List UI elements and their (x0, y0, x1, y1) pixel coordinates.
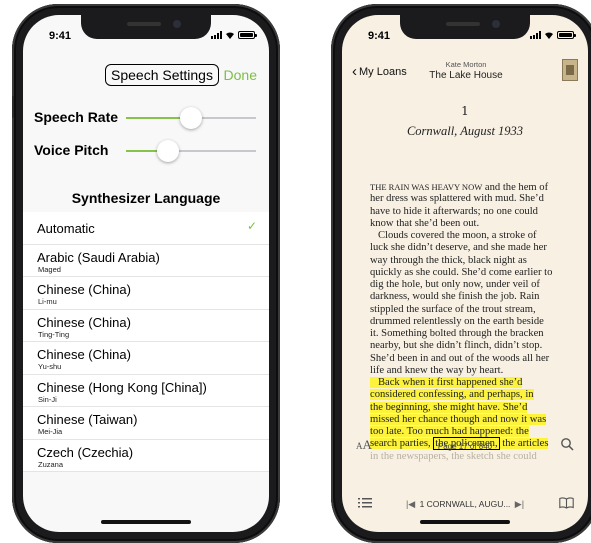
text-line: have to hide it afterwards; no one could (370, 205, 538, 217)
voice-name: Zuzana (38, 459, 64, 469)
text-line: missed her chance though and now it was (370, 413, 547, 425)
phone-left: 9:41 Speech Settings Done Speech Rate Vo… (12, 4, 280, 543)
voice-pitch-slider[interactable] (126, 140, 256, 162)
text-line: way through the thick, black night as (370, 254, 527, 266)
cellular-signal-icon (530, 31, 541, 39)
previous-chapter-icon[interactable]: |◀ (406, 499, 415, 509)
wifi-icon (545, 32, 553, 39)
slider-thumb[interactable] (156, 140, 179, 162)
text-line: nearby, but she didn’t flinch, didn’t st… (370, 340, 543, 352)
checkmark-icon: ✓ (246, 219, 257, 233)
next-chapter-icon[interactable]: ▶| (515, 499, 524, 509)
text-line: She’d been in and out of the woods all h… (370, 352, 550, 364)
language-row[interactable]: Chinese (Hong Kong [China]) Sin-Ji (23, 374, 269, 407)
search-icon[interactable] (560, 437, 574, 451)
language-row[interactable]: Automatic ✓ (23, 212, 269, 245)
bottom-toolbar: |◀ 1 CORNWALL, AUGU... ▶| (342, 495, 588, 515)
chapter-title: Cornwall, August 1933 (406, 124, 524, 138)
book-body-text[interactable]: THE RAIN WAS HEAVY NOW and the hem of her… (370, 181, 580, 463)
home-indicator[interactable] (101, 520, 191, 524)
voice-name: Li-mu (38, 297, 57, 306)
text-line: luck she didn’t deserve, and she made he… (370, 242, 547, 254)
reader-screen: 9:41 ‹ My Loans Kate Morton The Lake Hou… (342, 15, 588, 532)
language-name: Arabic (Saudi Arabia) (37, 249, 160, 265)
speech-rate-label: Speech Rate (34, 109, 119, 125)
phone-right: 9:41 ‹ My Loans Kate Morton The Lake Hou… (331, 4, 591, 543)
language-row[interactable]: Chinese (China) Ting-Ting (23, 309, 269, 342)
mute-switch (12, 96, 14, 118)
notch (400, 15, 530, 39)
book-header: Kate Morton The Lake House (342, 60, 588, 81)
text-line: stippled the surface of the trout stream… (370, 303, 536, 315)
text-line: know that she’d been out. (370, 217, 480, 229)
voice-name: Mei-Jia (38, 427, 63, 436)
text-line: her dress was splattered with mud. She’d (370, 193, 544, 205)
voice-pitch-row: Voice Pitch (23, 130, 269, 172)
battery-icon (238, 31, 257, 39)
language-row[interactable]: Arabic (Saudi Arabia) Maged (23, 244, 269, 277)
language-list: Automatic ✓ Arabic (Saudi Arabia) Maged Chin… (23, 212, 269, 472)
text-line: it. Something bolted through the bracken (370, 328, 544, 339)
voice-pitch-label: Voice Pitch (34, 142, 109, 158)
language-name: Automatic (37, 221, 95, 236)
book-author: Kate Morton (445, 60, 487, 69)
language-name: Czech (Czechia) (37, 444, 134, 460)
slider-thumb[interactable] (180, 107, 202, 129)
text-line: considered confessing, and perhaps, in (370, 389, 534, 401)
chapter-nav-label: 1 CORNWALL, AUGU... (419, 499, 511, 509)
wifi-icon (226, 32, 234, 39)
language-row[interactable]: Chinese (China) Li-mu (23, 277, 269, 310)
chapter-navigator[interactable]: |◀ 1 CORNWALL, AUGU... ▶| (342, 499, 588, 510)
text-line: quickly as she could. She’d come earlier… (370, 266, 553, 278)
language-name: Chinese (China) (37, 314, 131, 330)
text-line: Clouds covered the moon, a stroke of (370, 230, 537, 241)
text-line: Back when it first happened she’d (370, 377, 523, 388)
text-line: dig the hole, but only now, under veil o… (370, 279, 540, 290)
voice-name: Yu-shu (38, 362, 62, 371)
book-title: The Lake House (429, 70, 503, 81)
notch (81, 15, 211, 39)
language-row[interactable]: Czech (Czechia) Zuzana (23, 439, 269, 472)
text-line: THE RAIN WAS HEAVY NOW and the hem of (370, 182, 549, 193)
language-row[interactable]: Chinese (Taiwan) Mei-Jia (23, 407, 269, 440)
text-line: in the newspapers, the sketch she could (370, 450, 537, 462)
language-row[interactable]: Chinese (China) Yu-shu (23, 342, 269, 375)
speech-rate-slider[interactable] (126, 107, 256, 129)
voice-name: Ting-Ting (38, 329, 70, 339)
language-name: Chinese (China) (37, 282, 131, 297)
page-title: Speech Settings (105, 64, 219, 86)
chapter-number: 1 (461, 104, 469, 118)
language-name: Chinese (Taiwan) (37, 412, 138, 427)
language-name: Chinese (China) (37, 347, 131, 362)
section-header: Synthesizer Language (71, 190, 221, 206)
voice-name: Sin-Ji (38, 394, 57, 404)
done-button[interactable]: Done (224, 67, 257, 83)
language-name: Chinese (Hong Kong [China]) (37, 379, 207, 395)
voice-name: Maged (38, 264, 61, 274)
status-time: 9:41 (368, 30, 391, 42)
battery-icon (557, 31, 576, 39)
text-line: the beginning, she might have. She’d (370, 401, 528, 413)
page-indicator: Page 17 of 840 (437, 442, 493, 451)
text-line: life and knew the way by heart. (370, 364, 504, 376)
text-line: darkness, would she finish the job. Rain (370, 291, 540, 303)
speech-settings-screen: 9:41 Speech Settings Done Speech Rate Vo… (23, 15, 269, 532)
text-line: drummed relentlessly on the earth beside (370, 315, 544, 327)
cellular-signal-icon (211, 31, 222, 39)
book-cover-thumbnail[interactable] (562, 59, 578, 81)
open-book-icon[interactable] (559, 497, 574, 509)
home-indicator[interactable] (420, 520, 510, 524)
status-time: 9:41 (49, 30, 72, 42)
